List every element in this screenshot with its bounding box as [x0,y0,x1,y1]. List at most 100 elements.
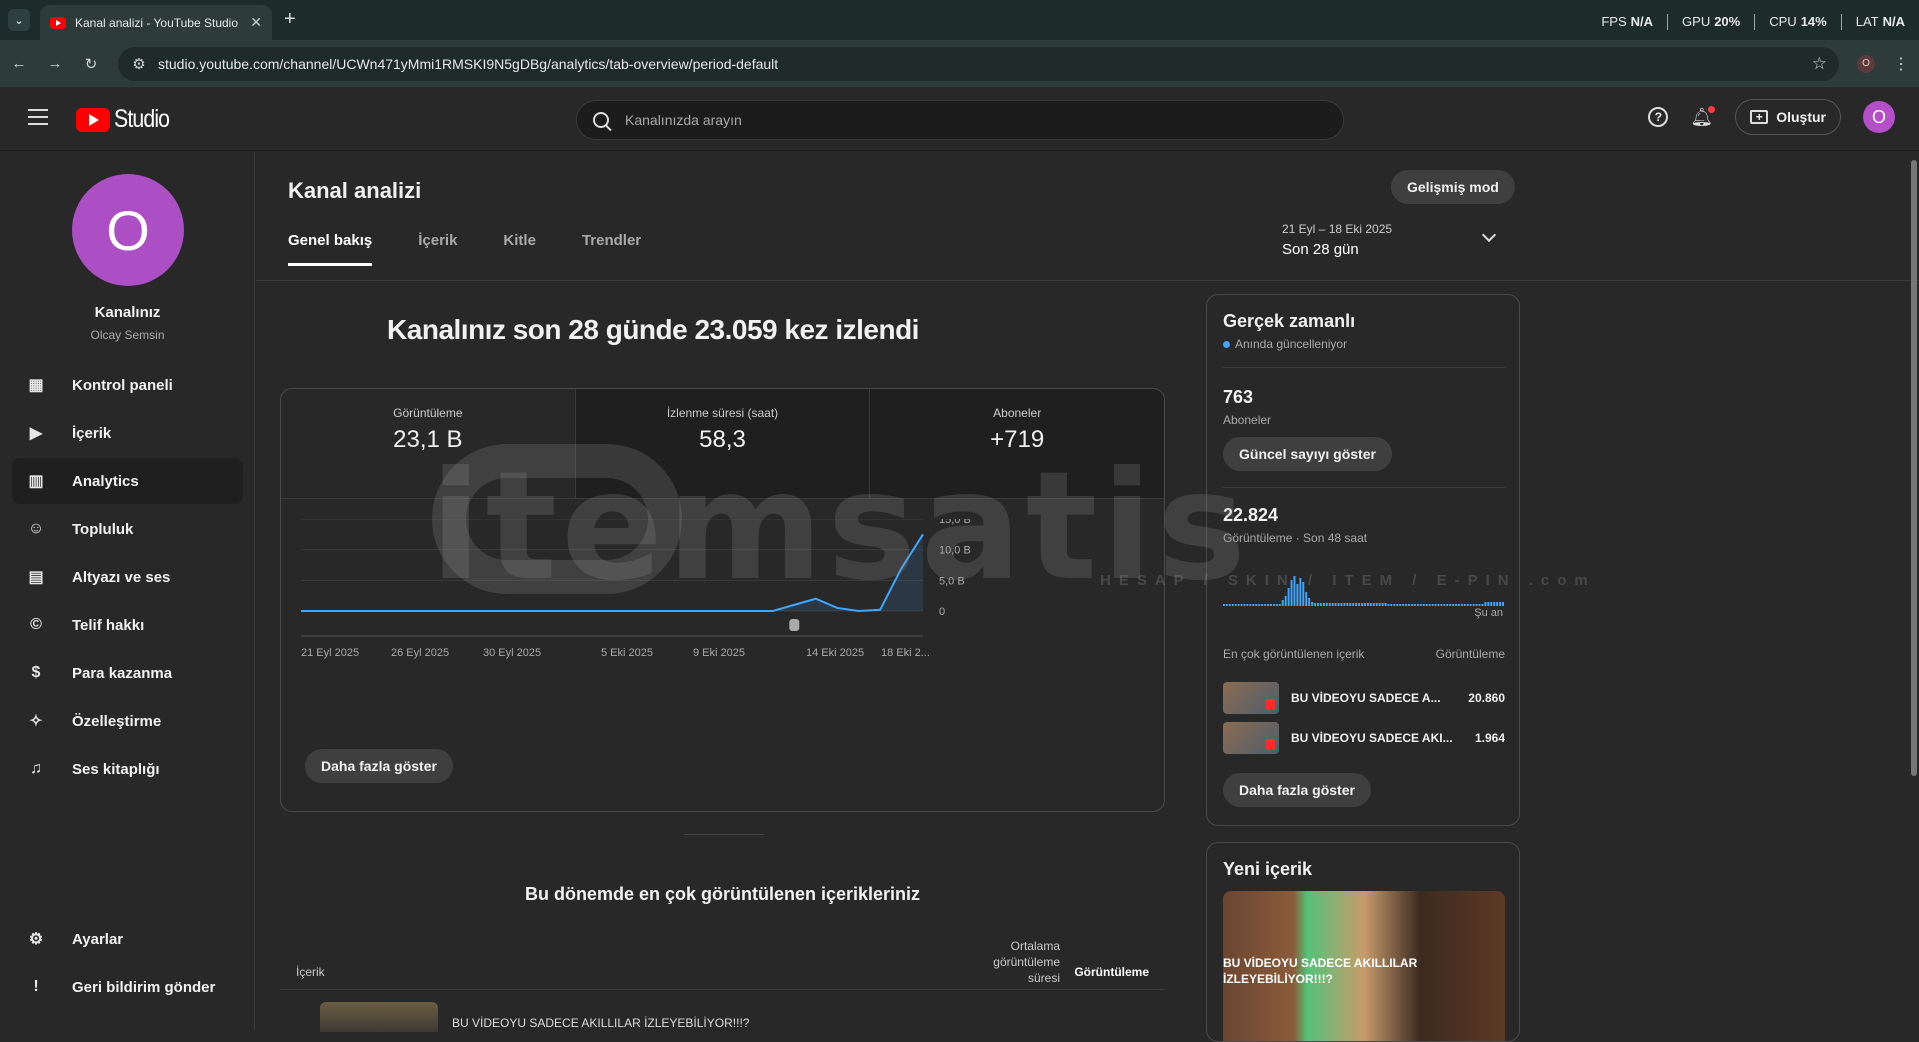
account-avatar[interactable]: O [1863,101,1895,133]
tab-audience[interactable]: Kitle [503,232,536,266]
create-button[interactable]: + Oluştur [1735,99,1841,135]
sidebar-item-audio-library[interactable]: ♫ Ses kitaplığı [12,746,243,792]
realtime-bar [1452,604,1455,606]
realtime-bar [1431,604,1434,606]
realtime-bar [1308,598,1311,606]
search-input[interactable]: Kanalınızda arayın [576,100,1344,140]
sidebar-item-settings[interactable]: ⚙ Ayarlar [12,916,243,962]
table-row[interactable]: BU VİDEOYU SADECE AKILLILAR İZLEYEBİLİYO… [320,1002,749,1032]
realtime-bar [1272,604,1275,606]
studio-logo[interactable]: Studio [76,105,179,134]
realtime-list-header: En çok görüntülenen içerik Görüntüleme [1223,647,1505,661]
metric-watch-time[interactable]: İzlenme süresi (saat) 58,3 [575,389,871,499]
sidebar-item-feedback[interactable]: ! Geri bildirim gönder [12,964,243,1010]
realtime-bar [1358,603,1361,606]
notifications-bell-icon[interactable]: 🔔︎ [1690,105,1716,128]
realtime-bar [1225,604,1228,606]
advanced-mode-button[interactable]: Gelişmiş mod [1391,170,1515,204]
community-icon: ☺ [27,520,45,537]
url-bar[interactable]: ⚙ studio.youtube.com/channel/UCWn471yMmi… [118,46,1839,81]
tab-content[interactable]: İçerik [418,232,457,266]
studio-header: Studio Kanalınızda arayın ? 🔔︎ + Oluştur… [0,87,1919,151]
realtime-bar [1337,603,1340,606]
magic-wand-icon: ✧ [29,713,43,730]
site-info-icon[interactable]: ⚙ [130,55,148,73]
hamburger-menu-icon[interactable] [28,109,48,130]
sidebar-item-dashboard[interactable]: ▦ Kontrol paneli [12,362,243,408]
x-tick-label: 9 Eki 2025 [693,647,745,659]
realtime-bar [1296,584,1299,606]
help-icon[interactable]: ? [1648,107,1669,127]
realtime-bar [1334,603,1337,606]
y-tick-label: 15,0 B [939,519,971,526]
x-tick-label: 14 Eki 2025 [806,647,864,659]
list-item[interactable]: BU VİDEOYU SADECE A... 20.860 [1223,681,1505,715]
list-item[interactable]: BU VİDEOYU SADECE AKI... 1.964 [1223,721,1505,755]
realtime-bar [1469,604,1472,606]
sidebar-item-monetization[interactable]: $ Para kazanma [12,650,243,696]
copyright-icon: © [30,616,42,633]
sidebar-bottom-nav: ⚙ Ayarlar ! Geri bildirim gönder [12,916,243,1012]
shorts-icon [1266,699,1275,710]
close-tab-icon[interactable]: ✕ [250,14,262,31]
browser-profile-icon[interactable]: O [1857,54,1875,73]
x-tick-label: 21 Eyl 2025 [301,647,359,659]
dashboard-icon: ▦ [28,377,44,394]
search-icon [593,112,609,128]
url-text[interactable]: studio.youtube.com/channel/UCWn471yMmi1R… [158,56,1802,72]
sidebar-item-copyright[interactable]: © Telif hakkı [12,602,243,648]
page-scrollbar[interactable] [1911,160,1917,776]
realtime-bar [1311,602,1314,606]
realtime-bar [1502,602,1504,606]
realtime-bar [1355,603,1358,606]
realtime-bar [1293,576,1296,606]
sidebar-item-community[interactable]: ☺ Topluluk [12,506,243,552]
metric-subscribers[interactable]: Aboneler +719 [870,389,1164,499]
y-tick-label: 10,0 B [939,545,971,557]
sidebar-item-subtitles[interactable]: ▤ Altyazı ve ses [12,554,243,600]
dollar-icon: $ [31,664,41,681]
sidebar-item-analytics[interactable]: ▥ Analytics [12,458,243,504]
create-video-icon: + [1750,110,1769,124]
realtime-bar [1340,603,1343,606]
browser-tab[interactable]: Kanal analizi - YouTube Studio ✕ [40,5,272,40]
show-more-button[interactable]: Daha fazla göster [305,749,453,783]
hud-gpu: GPU 20% [1682,14,1741,29]
new-content-caption[interactable]: BU VİDEOYU SADECE AKILLILAR İZLEYEBİLİYO… [1223,955,1423,987]
x-tick-label: 5 Eki 2025 [601,647,653,659]
realtime-bar [1443,604,1446,606]
tab-overview[interactable]: Genel bakış [288,232,373,266]
realtime-bar [1349,603,1352,606]
realtime-bar [1434,604,1437,606]
realtime-bar [1413,604,1416,606]
shorts-marker-icon [789,619,800,631]
realtime-bar [1455,604,1457,606]
realtime-live-status: Anında güncelleniyor [1223,337,1347,351]
sidebar-item-customization[interactable]: ✧ Özelleştirme [12,698,243,744]
reload-icon[interactable]: ↻ [82,55,100,73]
realtime-bar [1487,602,1490,606]
bookmark-star-icon[interactable]: ☆ [1812,54,1827,74]
browser-menu-icon[interactable]: ⋮ [1893,54,1909,74]
channel-avatar[interactable]: O [72,174,184,286]
back-icon[interactable]: ← [10,55,28,72]
forward-icon[interactable]: → [46,55,64,72]
metric-views[interactable]: Görüntüleme 23,1 B [281,389,576,499]
video-thumbnail[interactable] [320,1002,438,1032]
x-tick-label: 18 Eki 2... [881,647,930,659]
realtime-bar [1402,604,1405,606]
show-current-count-button[interactable]: Güncel sayıyı göster [1223,437,1392,471]
new-tab-icon[interactable]: + [284,8,296,31]
column-views[interactable]: Görüntüleme [1074,965,1149,979]
subtitles-icon: ▤ [28,569,44,586]
column-avg-view-duration[interactable]: Ortalama görüntüleme süresi [960,938,1060,986]
sidebar-item-content[interactable]: ▶ İçerik [12,410,243,456]
video-title[interactable]: BU VİDEOYU SADECE AKILLILAR İZLEYEBİLİYO… [452,1016,749,1030]
tab-search-icon[interactable]: ⌄ [8,9,30,31]
tab-trends[interactable]: Trendler [582,232,641,266]
date-range-selector[interactable]: 21 Eyl – 18 Eki 2025 Son 28 gün [1282,222,1504,258]
hud-fps: FPS N/A [1601,14,1654,29]
youtube-logo-icon [76,107,110,132]
realtime-bar [1478,604,1481,606]
realtime-show-more-button[interactable]: Daha fazla göster [1223,773,1371,807]
